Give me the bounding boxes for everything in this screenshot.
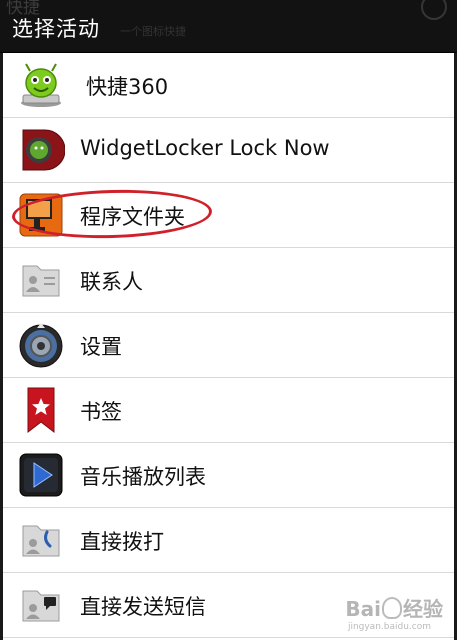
list-item-bookmarks[interactable]: 书签 <box>3 378 454 443</box>
settings-dial-icon <box>17 321 65 369</box>
baidu-watermark: Bai 经验 <box>345 593 443 622</box>
item-label: 联系人 <box>80 270 143 294</box>
item-label: 音乐播放列表 <box>80 465 206 489</box>
android-robot-icon <box>17 61 65 109</box>
widgetlocker-icon <box>17 126 65 174</box>
paw-icon <box>382 597 402 619</box>
bookmark-icon <box>17 386 65 434</box>
list-item-music-playlist[interactable]: 音乐播放列表 <box>3 443 454 508</box>
list-item-settings[interactable]: 设置 <box>3 313 454 378</box>
item-label: 快捷360 <box>86 75 169 99</box>
watermark-text: Bai <box>345 597 381 621</box>
background-subtitle: 一个图标快捷 <box>120 25 186 38</box>
item-label: 书签 <box>80 400 122 424</box>
direct-message-icon <box>17 581 65 629</box>
item-label: 直接拨打 <box>80 530 164 554</box>
list-item-widgetlocker[interactable]: WidgetLocker Lock Now <box>3 118 454 183</box>
contact-icon <box>17 256 65 304</box>
watermark-text2: 经验 <box>403 597 443 621</box>
watermark-url: jingyan.baidu.com <box>347 622 431 632</box>
direct-dial-icon <box>17 516 65 564</box>
dialog-title: 选择活动 <box>12 17 100 41</box>
item-label: WidgetLocker Lock Now <box>80 136 330 160</box>
dialog-title-bar: 快捷 一个图标快捷 选择活动 <box>0 0 457 53</box>
list-item-kuaijie360[interactable]: 快捷360 <box>3 53 454 118</box>
item-label: 程序文件夹 <box>80 205 185 229</box>
list-item-direct-dial[interactable]: 直接拨打 <box>3 508 454 573</box>
item-label: 设置 <box>80 335 122 359</box>
list-item-app-folder[interactable]: 程序文件夹 <box>3 183 454 248</box>
item-label: 直接发送短信 <box>80 595 206 619</box>
music-playlist-icon <box>17 451 65 499</box>
app-folder-icon <box>17 191 65 239</box>
background-close-icon <box>421 0 447 20</box>
activity-list: 快捷360 WidgetLocker Lock Now 程序文件夹 联系人 设置… <box>3 53 454 640</box>
list-item-contacts[interactable]: 联系人 <box>3 248 454 313</box>
